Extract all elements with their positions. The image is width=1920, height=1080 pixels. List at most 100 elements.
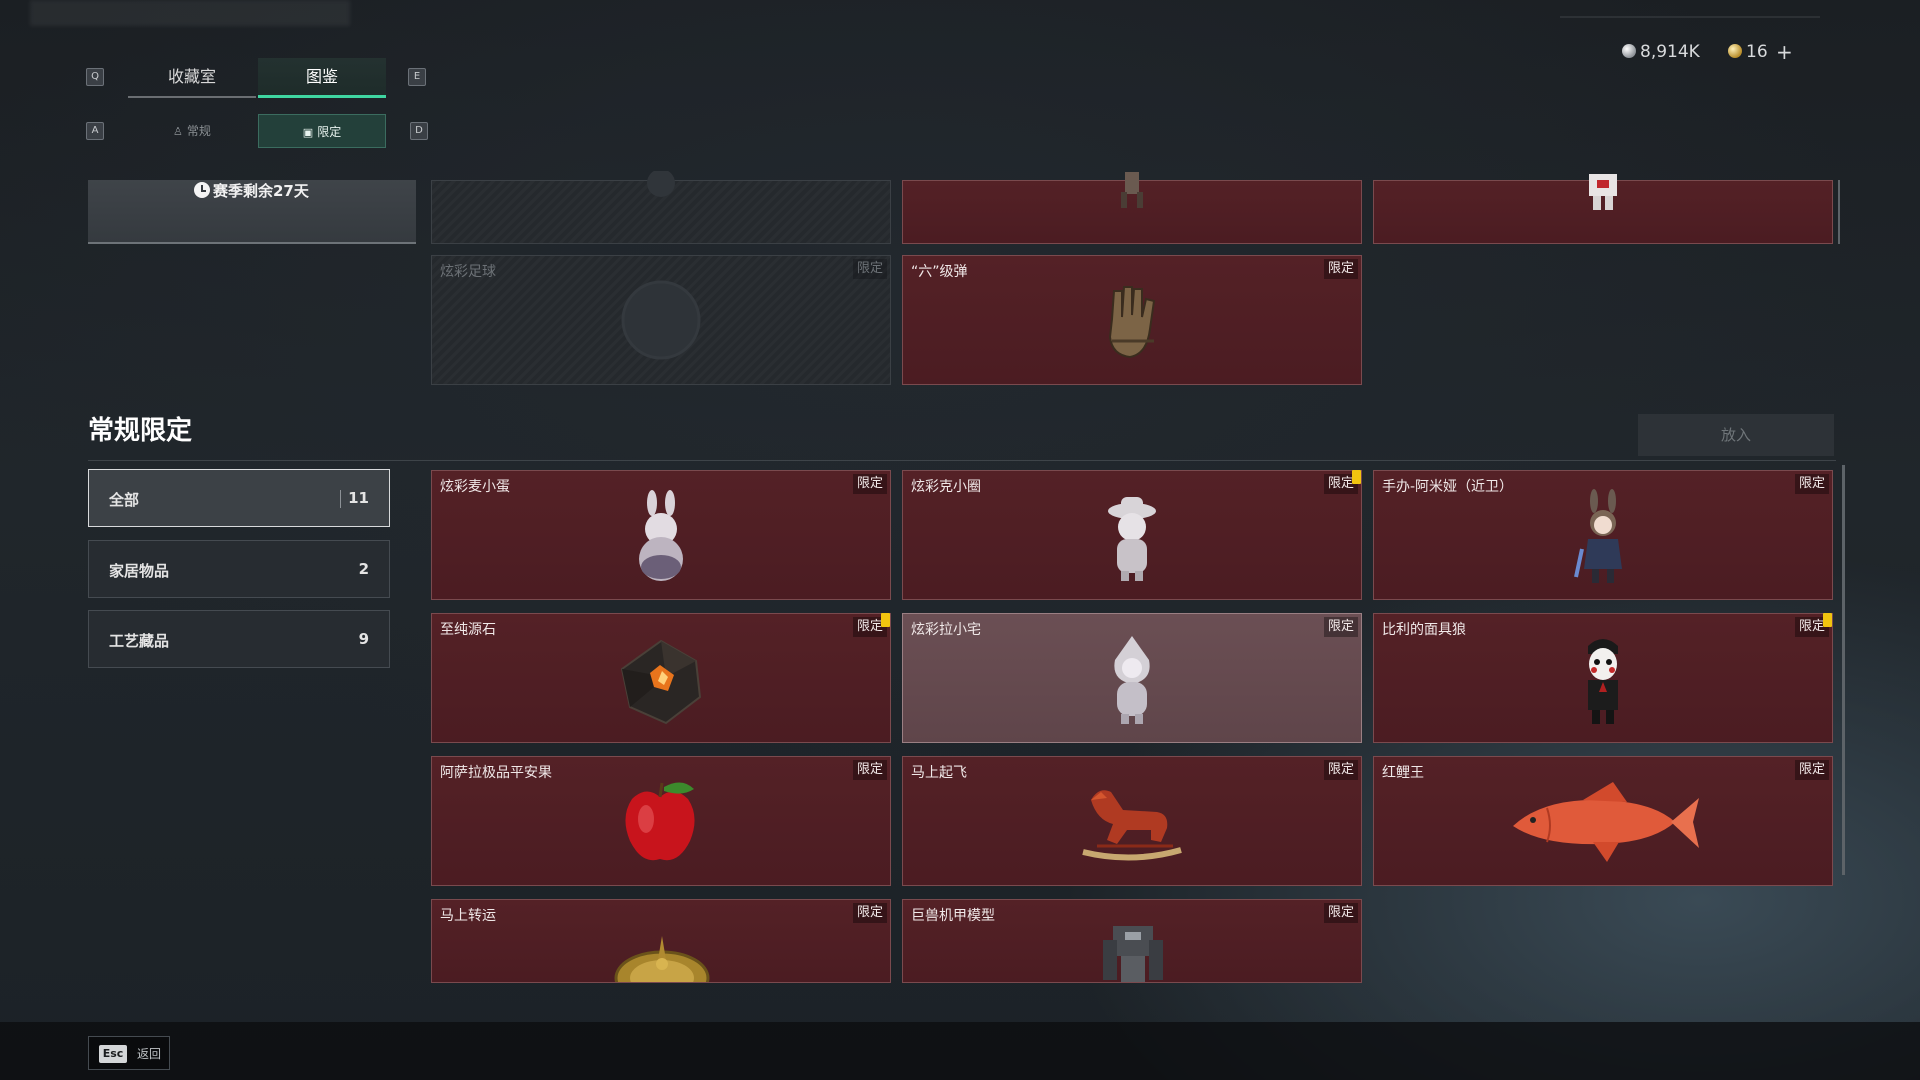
figure-icon: ♙	[173, 125, 183, 138]
item-card[interactable]: 巨兽机甲模型 限定	[902, 899, 1362, 983]
crystal-icon	[620, 639, 702, 725]
item-card[interactable]	[431, 171, 891, 244]
limited-tag: 限定	[852, 259, 887, 279]
subtab-limited[interactable]: ▣ 限定	[258, 114, 386, 148]
item-card[interactable]: 炫彩麦小蛋 限定	[431, 470, 891, 600]
limited-tag: 限定	[1323, 617, 1358, 637]
footer-bar	[0, 1022, 1920, 1080]
item-card[interactable]	[1373, 174, 1833, 244]
clock-icon	[194, 182, 210, 198]
item-name: 阿萨拉极品平安果	[440, 765, 552, 781]
limited-tag: 限定	[1323, 259, 1358, 279]
item-card[interactable]	[902, 172, 1362, 244]
season-remaining: 赛季剩余27天	[194, 180, 309, 201]
item-card[interactable]: “六”级弹 限定	[902, 255, 1362, 385]
item-card[interactable]: 阿萨拉极品平安果 限定	[431, 756, 891, 886]
image-icon: ▣	[302, 126, 314, 139]
item-name: 炫彩麦小蛋	[440, 479, 510, 495]
grid-scrollbar[interactable]	[1842, 465, 1845, 875]
season-remaining-text: 赛季剩余27天	[213, 182, 309, 200]
robot-icon	[1589, 174, 1617, 210]
glove-icon	[1108, 286, 1156, 359]
item-card[interactable]: 炫彩克小圈 限定	[902, 470, 1362, 600]
carp-icon	[1513, 782, 1699, 862]
subtab-regular-label: 常规	[186, 124, 211, 138]
tab-collection-room[interactable]: 收藏室	[128, 58, 256, 98]
key-hint-next-subtab: D	[410, 122, 428, 140]
new-badge	[1352, 470, 1361, 484]
apple-icon	[625, 782, 695, 861]
tab-codex[interactable]: 图鉴	[258, 58, 386, 98]
gold-coin-icon	[1728, 44, 1742, 58]
filter-label: 家居物品	[109, 562, 170, 580]
place-button[interactable]: 放入	[1638, 414, 1834, 456]
bunny-icon	[639, 490, 683, 581]
item-name: 马上起飞	[911, 765, 967, 781]
filter-label: 全部	[109, 491, 140, 509]
limited-tag: 限定	[852, 474, 887, 494]
subtab-limited-label: 限定	[317, 125, 342, 139]
filter-home-items[interactable]: 家居物品 2	[88, 540, 390, 598]
hood-figure-icon	[1114, 636, 1150, 724]
filter-count: 2	[358, 560, 369, 578]
hat-figure-icon	[1108, 497, 1156, 581]
item-name: 巨兽机甲模型	[911, 908, 995, 924]
silver-amount: 8,914K	[1640, 42, 1700, 62]
horse-icon	[1082, 790, 1182, 861]
title-banner	[30, 0, 350, 26]
limited-tag: 限定	[852, 760, 887, 780]
puppet-icon	[1588, 639, 1618, 724]
item-card[interactable]: 炫彩拉小宅 限定	[902, 613, 1362, 743]
subtab-regular[interactable]: ♙ 常规	[128, 114, 256, 148]
back-button[interactable]: Esc 返回	[88, 1036, 170, 1070]
item-card[interactable]: 比利的面具狼 限定	[1373, 613, 1833, 743]
add-currency-button[interactable]: +	[1776, 40, 1793, 64]
section-title: 常规限定	[88, 416, 193, 446]
gold-amount: 16	[1746, 42, 1768, 62]
key-hint-prev-subtab: A	[86, 122, 104, 140]
item-name: “六”级弹	[911, 264, 968, 280]
item-card[interactable]: 马上起飞 限定	[902, 756, 1362, 886]
mech-icon	[1103, 926, 1163, 982]
filter-count: 9	[358, 630, 369, 648]
item-name: 炫彩足球	[440, 264, 496, 280]
silver-currency: 8,914K	[1622, 42, 1700, 62]
filter-count: 11	[340, 489, 369, 508]
item-card[interactable]: 炫彩足球 限定	[431, 255, 891, 385]
limited-tag: 限定	[1794, 760, 1829, 780]
top-divider	[1560, 16, 1820, 18]
limited-tag: 限定	[852, 903, 887, 923]
silver-coin-icon	[1622, 44, 1636, 58]
ball-icon	[621, 280, 701, 360]
upper-scrollbar[interactable]	[1838, 180, 1840, 244]
limited-tag: 限定	[1323, 903, 1358, 923]
item-name: 马上转运	[440, 908, 496, 924]
item-name: 炫彩拉小宅	[911, 622, 981, 638]
silhouette-icon	[647, 171, 675, 197]
item-name: 比利的面具狼	[1382, 622, 1466, 638]
item-name: 至纯源石	[440, 622, 496, 638]
item-card[interactable]: 马上转运 限定	[431, 899, 891, 983]
new-badge	[1823, 613, 1832, 627]
new-badge	[881, 613, 890, 627]
item-name: 红鲤王	[1382, 765, 1424, 781]
back-label: 返回	[137, 1047, 162, 1061]
gold-currency: 16	[1728, 42, 1768, 62]
filter-crafts[interactable]: 工艺藏品 9	[88, 610, 390, 668]
section-divider	[88, 460, 1836, 461]
limited-tag: 限定	[1794, 474, 1829, 494]
figure-icon	[1121, 172, 1143, 208]
key-hint-next-tab: E	[408, 68, 426, 86]
filter-all[interactable]: 全部 11	[88, 469, 390, 527]
limited-tag: 限定	[1323, 760, 1358, 780]
item-name: 手办-阿米娅（近卫）	[1382, 479, 1514, 495]
key-hint-prev-tab: Q	[86, 68, 104, 86]
amiya-figure-icon	[1574, 489, 1622, 583]
item-card[interactable]: 至纯源石 限定	[431, 613, 891, 743]
item-card[interactable]: 红鲤王 限定	[1373, 756, 1833, 886]
esc-key-icon: Esc	[99, 1045, 127, 1063]
filter-label: 工艺藏品	[109, 632, 170, 650]
item-name: 炫彩克小圈	[911, 479, 981, 495]
season-card: 赛季剩余27天	[88, 180, 416, 244]
item-card[interactable]: 手办-阿米娅（近卫） 限定	[1373, 470, 1833, 600]
